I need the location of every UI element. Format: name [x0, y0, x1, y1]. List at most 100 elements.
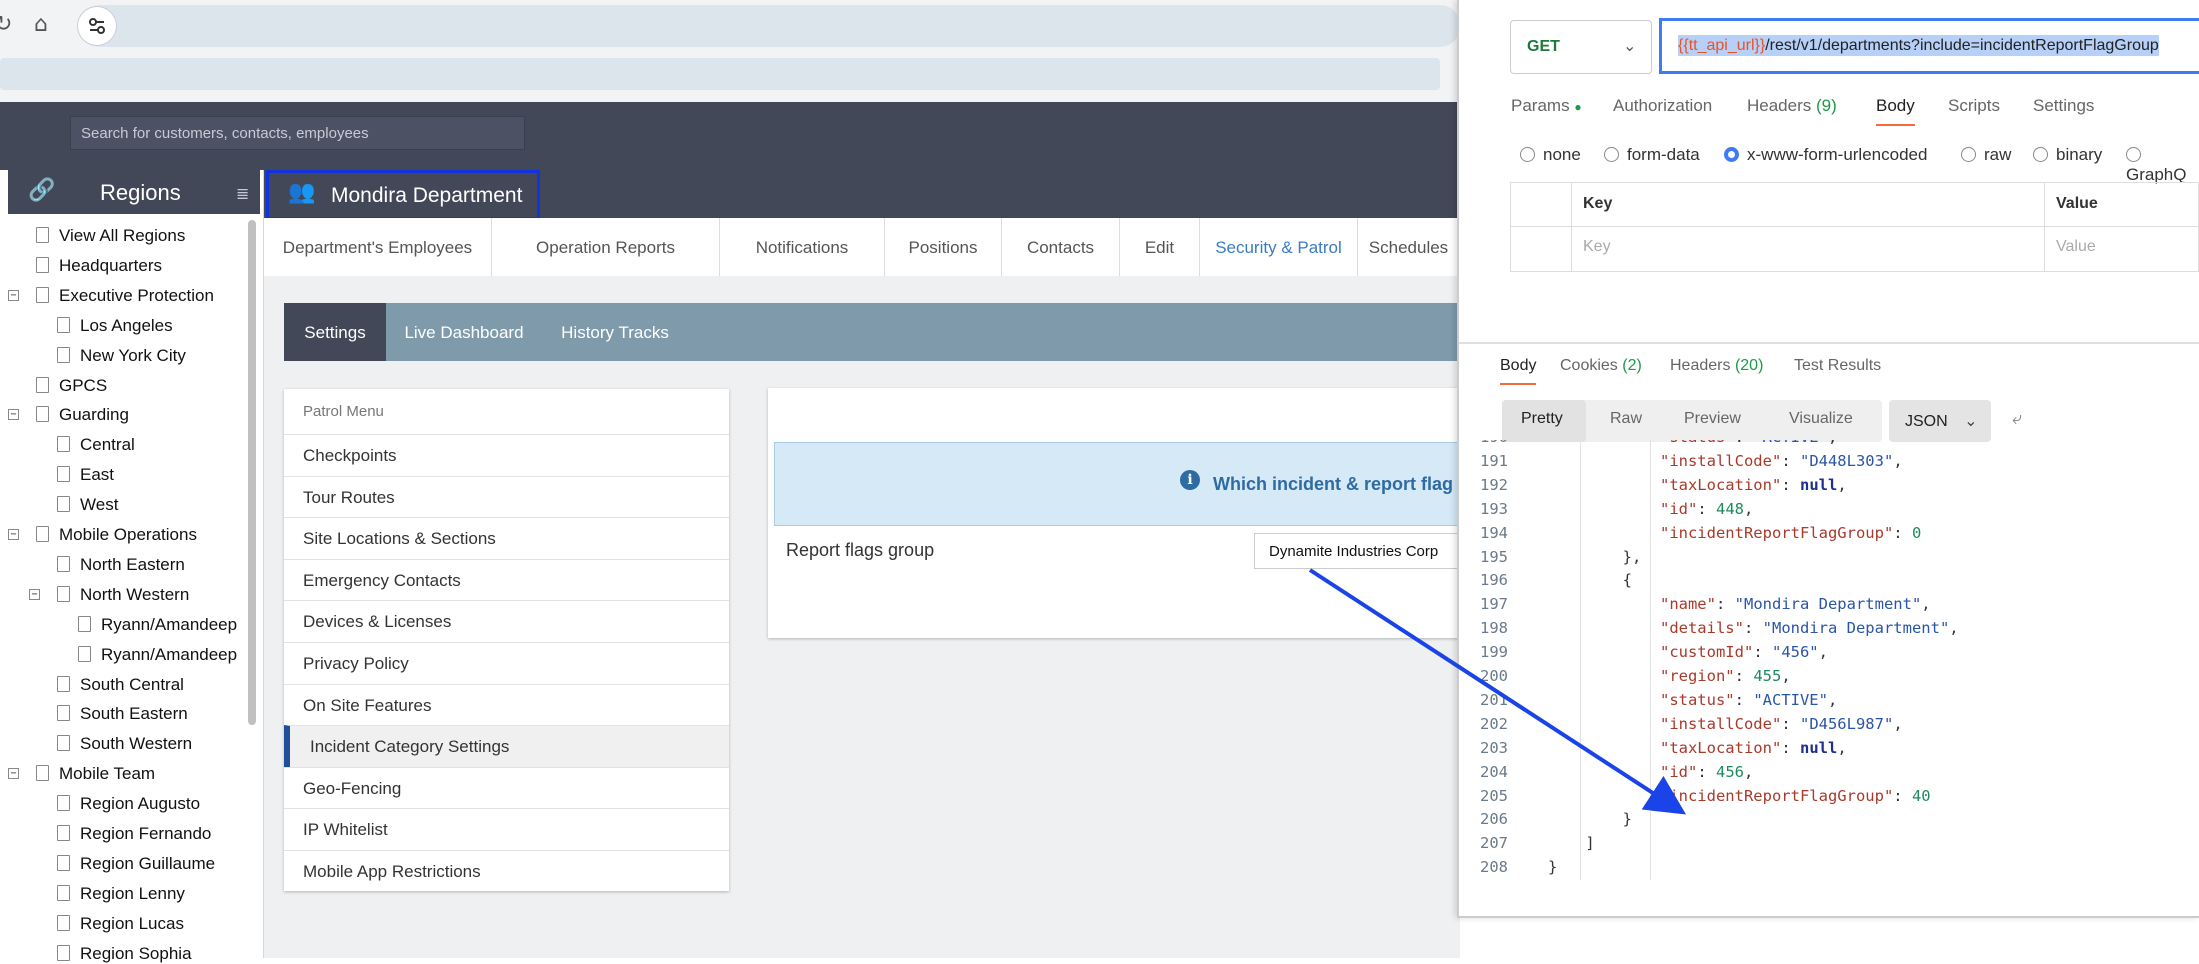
code-line: "installCode": "D448L303",: [1659, 451, 1903, 470]
tree-collapse-icon[interactable]: −: [8, 768, 19, 780]
document-icon: [57, 316, 70, 333]
patrol-menu-item[interactable]: Privacy Policy: [284, 642, 729, 684]
sidebar-tree-item[interactable]: Executive Protection: [36, 286, 214, 306]
patrol-menu-item[interactable]: Emergency Contacts: [284, 558, 729, 601]
req-tab-authorization[interactable]: Authorization: [1613, 96, 1712, 116]
sidebar-tree-item[interactable]: Region Fernando: [57, 824, 211, 844]
tree-collapse-icon[interactable]: −: [8, 409, 19, 421]
document-icon: [57, 496, 70, 513]
kv-key-input[interactable]: Key: [1583, 238, 1611, 256]
req-tab-settings[interactable]: Settings: [2033, 96, 2094, 116]
sidebar-tree-item[interactable]: Ryann/Amandeep: [78, 615, 237, 635]
subtab-live-dashboard[interactable]: Live Dashboard: [386, 303, 542, 361]
sidebar-tree-item[interactable]: Guarding: [36, 405, 129, 425]
patrol-menu-item[interactable]: On Site Features: [284, 683, 729, 726]
body-mode-urlencoded[interactable]: x-www-form-urlencoded: [1724, 145, 1927, 165]
document-icon: [57, 675, 70, 692]
sidebar-tree-item[interactable]: New York City: [57, 346, 186, 366]
sidebar-tree-item[interactable]: South Central: [57, 675, 184, 695]
resp-tab-body[interactable]: Body: [1500, 357, 1537, 385]
line-number: 198: [1480, 619, 1508, 638]
search-input[interactable]: Search for customers, contacts, employee…: [70, 116, 525, 150]
tab-schedules[interactable]: Schedules: [1358, 218, 1460, 276]
home-icon[interactable]: ⌂: [34, 12, 48, 37]
resp-tab-cookies[interactable]: Cookies (2): [1560, 357, 1642, 375]
line-number: 202: [1480, 714, 1508, 733]
sidebar-tree-item[interactable]: Mobile Team: [36, 764, 155, 784]
response-body[interactable]: 190 "status": "ACTIVE", 191 "installCode"…: [1470, 440, 2199, 902]
req-tab-scripts[interactable]: Scripts: [1948, 96, 2000, 116]
tree-collapse-icon[interactable]: −: [8, 289, 19, 301]
req-tab-body[interactable]: Body: [1876, 96, 1915, 126]
patrol-menu-item[interactable]: Tour Routes: [284, 475, 729, 518]
document-icon: [57, 944, 70, 961]
tree-collapse-icon[interactable]: −: [29, 588, 40, 600]
sidebar-tree-item[interactable]: Central: [57, 435, 135, 455]
sidebar-tree-item[interactable]: North Western: [57, 585, 189, 605]
view-raw[interactable]: Raw: [1610, 410, 1642, 428]
sidebar-tree-item[interactable]: Los Angeles: [57, 316, 173, 336]
body-mode-binary[interactable]: binary: [2033, 145, 2102, 165]
view-visualize[interactable]: Visualize: [1789, 410, 1853, 428]
body-mode-raw[interactable]: raw: [1961, 145, 2011, 165]
subtab-history-tracks[interactable]: History Tracks: [542, 303, 688, 361]
tab-security-patrol[interactable]: Security & Patrol: [1200, 218, 1358, 276]
document-icon: [57, 795, 70, 812]
refresh-icon[interactable]: ↻: [0, 12, 12, 37]
sidebar-tree-item[interactable]: View All Regions: [36, 226, 185, 246]
kv-value-input[interactable]: Value: [2056, 238, 2096, 256]
sidebar-tree-item[interactable]: Region Lenny: [57, 884, 185, 904]
sidebar-tree-item[interactable]: Mobile Operations: [36, 525, 197, 545]
tab-positions[interactable]: Positions: [885, 218, 1002, 276]
wrap-lines-icon[interactable]: ⤶: [2012, 408, 2022, 429]
sidebar-tree-item[interactable]: Region Sophia: [57, 944, 192, 964]
code-line: },: [1548, 547, 1642, 566]
resp-tab-headers[interactable]: Headers (20): [1670, 357, 1763, 375]
view-pretty[interactable]: Pretty: [1521, 410, 1563, 428]
tree-collapse-icon[interactable]: −: [8, 529, 19, 540]
tab-contacts[interactable]: Contacts: [1002, 218, 1120, 276]
format-select[interactable]: JSON ⌄: [1889, 400, 1991, 442]
sidebar-tree-item[interactable]: Ryann/Amandeep: [78, 645, 237, 665]
body-mode-form-data[interactable]: form-data: [1604, 145, 1700, 165]
body-mode-graphql[interactable]: GraphQ: [2126, 145, 2199, 185]
sidebar-tree-item[interactable]: East: [57, 465, 114, 485]
code-line: }: [1548, 858, 1558, 877]
tune-icon[interactable]: [78, 7, 116, 45]
patrol-menu-item[interactable]: IP Whitelist: [284, 808, 729, 850]
sidebar-scrollbar[interactable]: [248, 220, 256, 725]
view-preview[interactable]: Preview: [1684, 410, 1741, 428]
resp-tab-test-results[interactable]: Test Results: [1794, 357, 1881, 375]
sidebar-tree-item[interactable]: South Eastern: [57, 704, 188, 724]
code-line: "incidentReportFlagGroup": 40: [1659, 786, 1931, 805]
patrol-menu-item[interactable]: Incident Category Settings: [284, 725, 729, 767]
subtab-settings[interactable]: Settings: [284, 303, 386, 361]
sidebar-tree-item[interactable]: Region Lucas: [57, 914, 184, 934]
req-tab-headers[interactable]: Headers (9): [1747, 96, 1837, 116]
tab-department-employees[interactable]: Department's Employees: [264, 218, 492, 276]
users-icon: 👥: [288, 180, 316, 205]
patrol-menu-item[interactable]: Mobile App Restrictions: [284, 850, 729, 892]
response-divider[interactable]: [1459, 342, 2199, 344]
sidebar-tree-item[interactable]: Region Augusto: [57, 794, 200, 814]
tab-operation-reports[interactable]: Operation Reports: [492, 218, 720, 276]
body-mode-none[interactable]: none: [1520, 145, 1581, 165]
patrol-menu-item[interactable]: Site Locations & Sections: [284, 517, 729, 559]
patrol-menu-item[interactable]: Devices & Licenses: [284, 600, 729, 642]
req-tab-params[interactable]: Params ●: [1511, 96, 1582, 116]
sidebar-tree-item[interactable]: South Western: [57, 734, 192, 754]
sidebar-tree-item[interactable]: North Eastern: [57, 555, 185, 575]
tab-notifications[interactable]: Notifications: [720, 218, 885, 276]
address-bar[interactable]: [80, 5, 1460, 47]
report-flags-select[interactable]: Dynamite Industries Corp: [1254, 533, 1460, 569]
patrol-menu-item[interactable]: Geo-Fencing: [284, 766, 729, 809]
tab-edit[interactable]: Edit: [1120, 218, 1200, 276]
method-select[interactable]: GET ⌄: [1510, 20, 1652, 74]
request-url-input[interactable]: {{tt_api_url}}/rest/v1/departments?inclu…: [1659, 18, 2199, 74]
sidebar-tree-item[interactable]: Region Guillaume: [57, 854, 215, 874]
sidebar-tree-item[interactable]: Headquarters: [36, 256, 162, 276]
list-icon[interactable]: ≣: [236, 184, 249, 203]
patrol-menu-item[interactable]: Checkpoints: [284, 434, 729, 476]
sidebar-tree-item[interactable]: West: [57, 495, 118, 515]
sidebar-tree-item[interactable]: GPCS: [36, 376, 107, 396]
